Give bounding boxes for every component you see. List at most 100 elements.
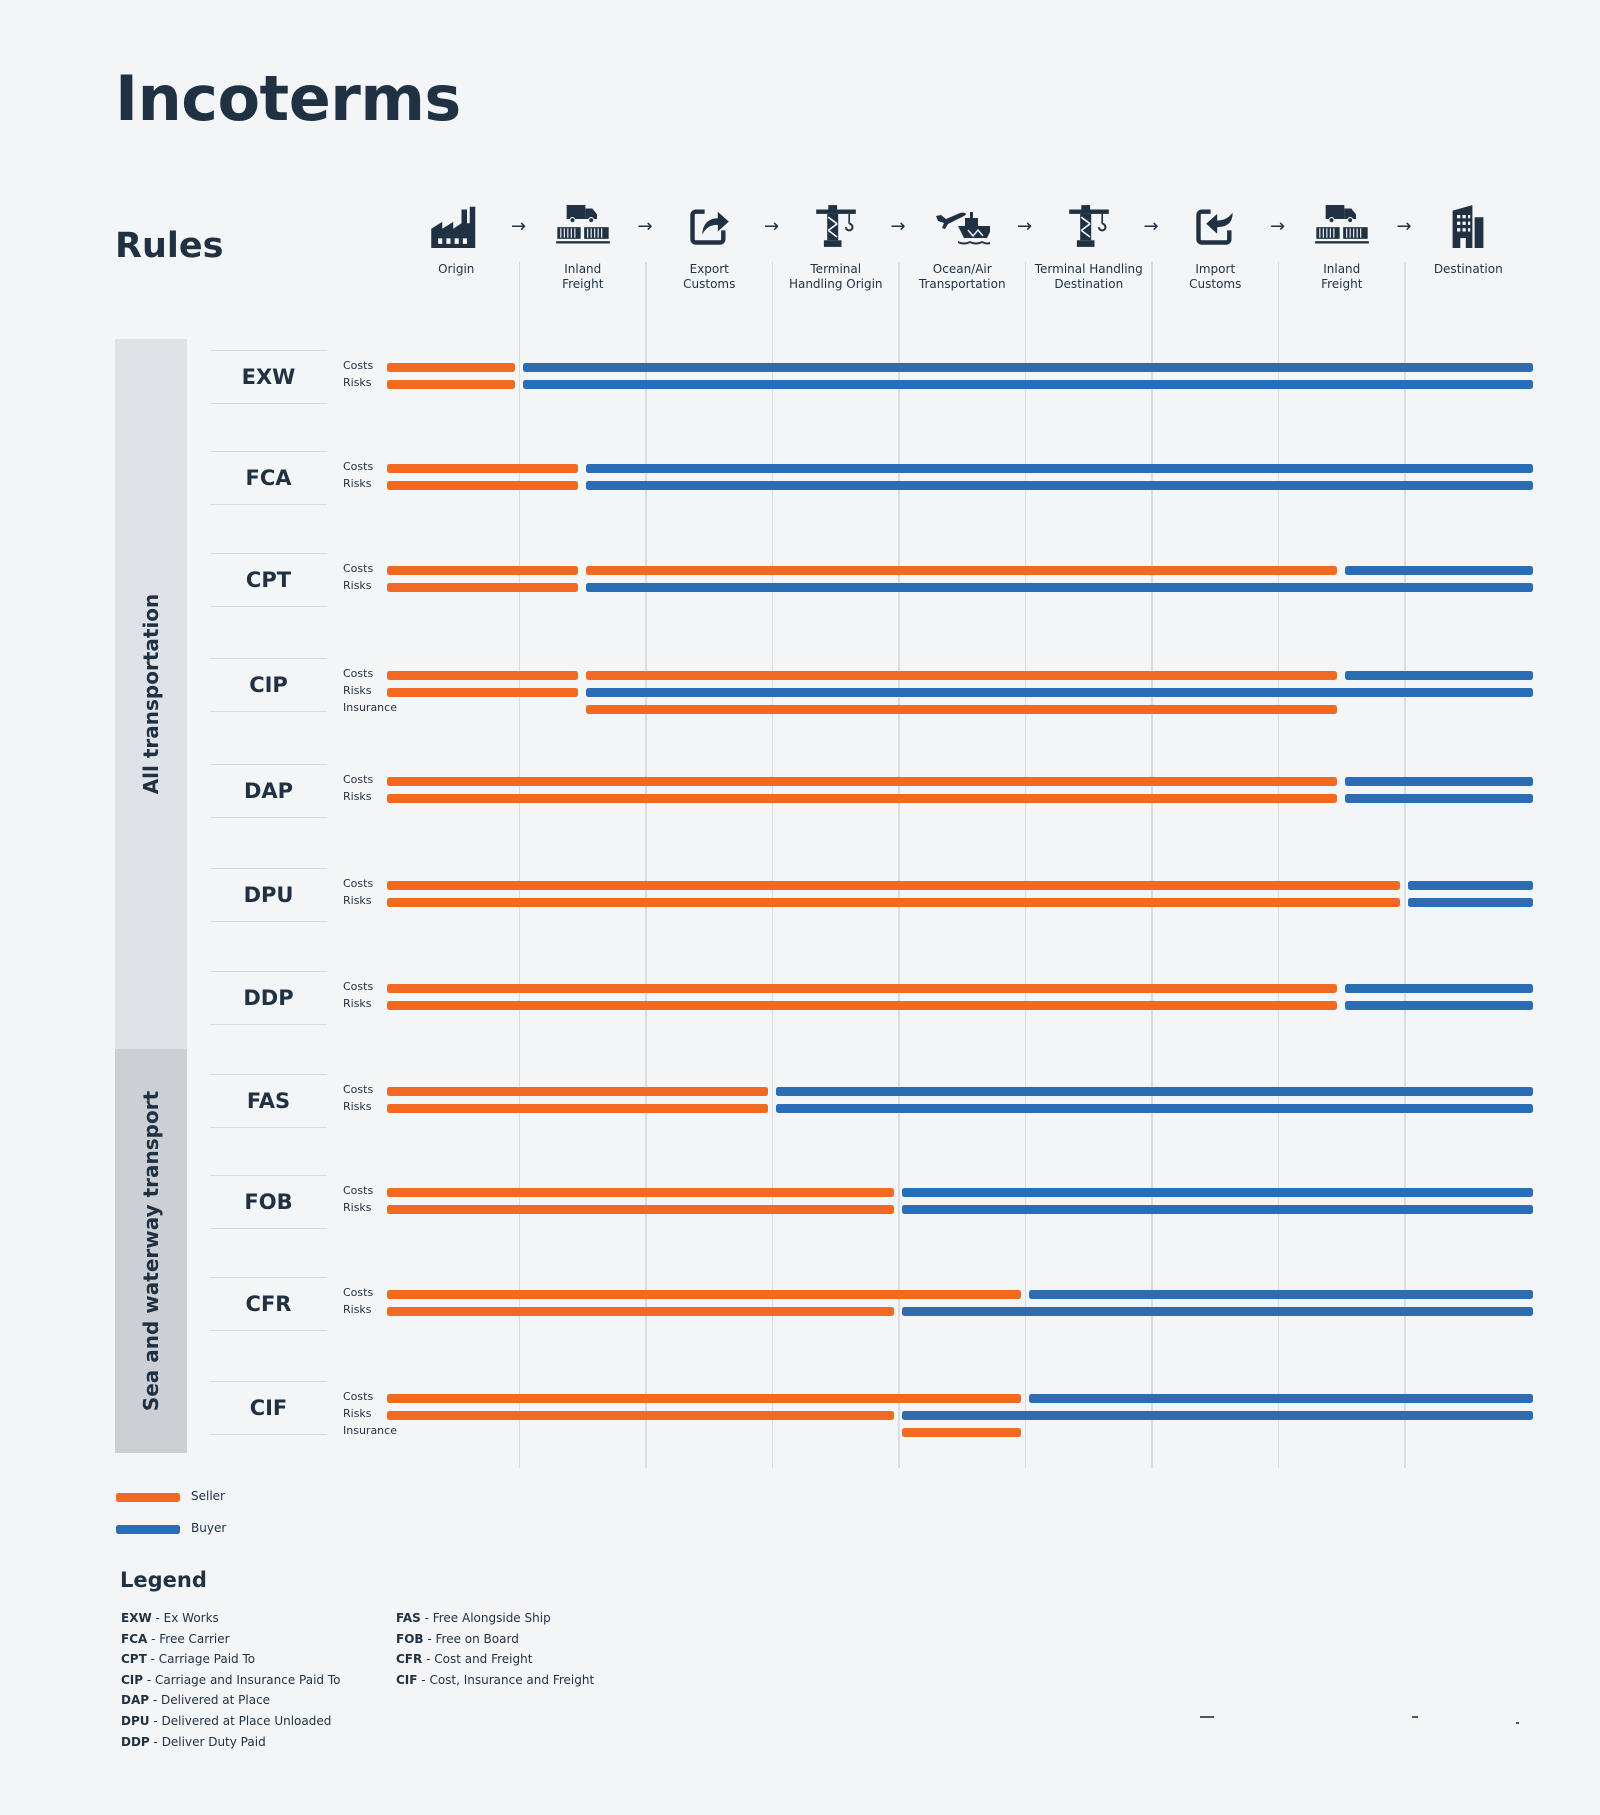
stage-label: Inland Freight [562,262,604,291]
cip-risks-buyer-bar [585,688,1533,697]
legend-name: Cost and Freight [434,1652,533,1667]
cip-risks-seller-bar [387,688,578,697]
legend-name: Carriage and Insurance Paid To [155,1672,341,1687]
rule-code-cell: FAS [210,1074,327,1128]
cfr-costs-buyer-bar [1028,1290,1533,1299]
cif-risks-seller-bar [387,1411,894,1420]
costs-label: Costs [343,359,374,372]
rules-heading: Rules [115,226,224,266]
plane-ship-icon [899,204,1025,248]
legend-code: DDP [121,1734,150,1749]
stage-5: Terminal Handling Destination [1026,204,1152,292]
legend-item-fca: FCA - Free Carrier [121,1631,230,1646]
cif-risks-buyer-bar [902,1411,1533,1420]
legend-code: DPU [121,1713,150,1728]
cip-costs-seller-bar [387,671,578,680]
rule-code-cell: FCA [210,451,327,505]
insurance-label: Insurance [343,701,397,714]
cfr-risks-buyer-bar [902,1307,1533,1316]
dap-costs-buyer-bar [1344,777,1533,786]
legend-name: Delivered at Place Unloaded [161,1713,332,1728]
ddp-risks-seller-bar [387,1001,1337,1010]
cip-costs-buyer-bar [1344,671,1533,680]
stage-1: Inland Freight [520,204,646,292]
legend-name: Cost, Insurance and Freight [429,1672,595,1687]
stage-label: Origin [438,262,475,276]
import-customs-icon [1152,204,1278,248]
risks-label: Risks [343,579,372,592]
scan-artifact [1516,1722,1519,1724]
stage-label: Terminal Handling Origin [788,262,883,291]
rule-row-cip: CIP Costs Risks Insurance [210,658,1533,714]
building-icon [1405,204,1531,248]
exw-costs-buyer-bar [522,363,1533,372]
risks-label: Risks [343,790,372,803]
fas-risks-seller-bar [387,1104,768,1113]
rule-row-dap: DAP Costs Risks [210,764,1533,818]
costs-label: Costs [343,773,374,786]
crane-icon [773,204,899,248]
cip-insurance-seller-bar [585,705,1337,714]
legend-item-fas: FAS - Free Alongside Ship [396,1611,551,1625]
ddp-costs-seller-bar [387,984,1337,993]
legend-code: CPT [121,1652,147,1667]
key-label: Seller [191,1489,225,1503]
fob-costs-buyer-bar [902,1188,1533,1197]
legend-code: CIP [121,1672,144,1687]
rule-code: CFR [245,1292,292,1316]
legend-name: Free Alongside Ship [432,1611,551,1625]
fca-risks-seller-bar [387,481,578,490]
costs-label: Costs [343,877,374,890]
rule-code-cell: FOB [210,1175,327,1229]
page-title: Incoterms [115,62,461,135]
legend-item-dpu: DPU - Delivered at Place Unloaded [121,1713,332,1728]
fas-costs-buyer-bar [775,1087,1533,1096]
crane-icon [1026,204,1152,248]
rule-code-cell: DDP [210,971,327,1025]
group-all-transportation: All transportation [115,339,187,1049]
stage-2: Export Customs [646,204,772,292]
legend-item-exw: EXW - Ex Works [121,1611,219,1625]
buyer-swatch [116,1525,180,1534]
stage-3: Terminal Handling Origin [773,204,899,292]
dap-risks-seller-bar [387,794,1337,803]
rule-code: CPT [245,568,292,592]
stage-label: Inland Freight [1321,262,1363,291]
legend-name: Ex Works [163,1611,219,1625]
legend-code: FOB [396,1631,424,1646]
rule-code: EXW [241,365,296,389]
cpt-risks-seller-bar [387,583,578,592]
rule-code-cell: CIF [210,1381,327,1435]
risks-label: Risks [343,997,372,1010]
legend-item-cip: CIP - Carriage and Insurance Paid To [121,1672,341,1687]
risks-label: Risks [343,477,372,490]
costs-label: Costs [343,980,374,993]
rule-row-fca: FCA Costs Risks [210,451,1533,505]
rule-code: FCA [245,466,292,490]
rule-row-fas: FAS Costs Risks [210,1074,1533,1128]
cpt-costs-seller-bar [585,566,1337,575]
costs-label: Costs [343,1390,374,1403]
exw-costs-seller-bar [387,363,515,372]
legend-name: Deliver Duty Paid [161,1734,266,1749]
risks-label: Risks [343,376,372,389]
dap-costs-seller-bar [387,777,1337,786]
dpu-risks-seller-bar [387,898,1400,907]
costs-label: Costs [343,460,374,473]
stage-label: Destination [1433,262,1503,276]
legend-code: DAP [121,1693,150,1708]
legend-column: FAS - Free Alongside Ship FOB - Free on B… [396,1608,594,1690]
rule-code-cell: CFR [210,1277,327,1331]
cif-costs-seller-bar [387,1394,1021,1403]
truck-freight-icon [520,204,646,248]
rule-row-ddp: DDP Costs Risks [210,971,1533,1025]
stage-label: Export Customs [683,262,736,291]
cif-costs-buyer-bar [1028,1394,1533,1403]
costs-label: Costs [343,667,374,680]
legend-title: Legend [120,1568,207,1592]
scan-artifact [1200,1716,1214,1718]
fca-costs-buyer-bar [585,464,1533,473]
dpu-costs-seller-bar [387,881,1400,890]
rule-code: DDP [243,986,294,1010]
risks-label: Risks [343,1201,372,1214]
